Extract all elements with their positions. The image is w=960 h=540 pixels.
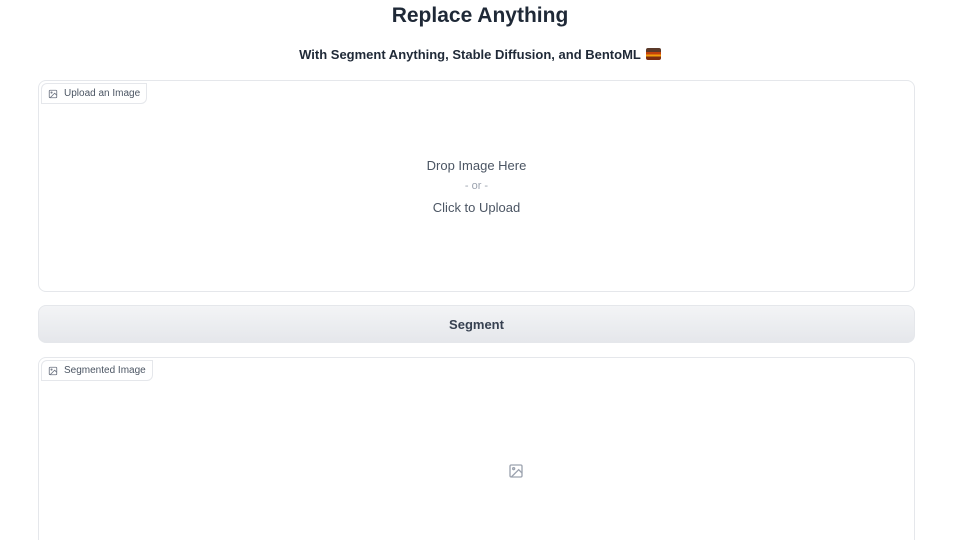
image-icon xyxy=(48,366,58,375)
upload-image-label-text: Upload an Image xyxy=(64,88,141,99)
image-drop-zone[interactable]: Drop Image Here - or - Click to Upload xyxy=(39,81,914,291)
upload-image-label: Upload an Image xyxy=(41,83,148,104)
app-root: Replace Anything With Segment Anything, … xyxy=(0,0,960,540)
subtitle-text: With Segment Anything, Stable Diffusion,… xyxy=(299,47,641,62)
segmented-image-label: Segmented Image xyxy=(41,360,153,381)
drop-image-text: Drop Image Here xyxy=(426,157,527,173)
segmented-image-label-text: Segmented Image xyxy=(64,365,146,376)
segment-button[interactable]: Segment xyxy=(38,305,915,343)
bento-emoji-icon xyxy=(645,48,661,60)
or-separator-text: - or - xyxy=(464,179,489,192)
empty-image-placeholder-icon xyxy=(509,464,523,478)
click-to-upload-text: Click to Upload xyxy=(432,199,521,215)
upload-image-panel: Drop Image Here - or - Click to Upload U… xyxy=(38,80,915,292)
page-subtitle: With Segment Anything, Stable Diffusion,… xyxy=(0,47,960,62)
page-title: Replace Anything xyxy=(391,4,569,27)
segmented-image-panel: Segmented Image xyxy=(38,357,915,540)
image-icon xyxy=(48,89,58,98)
